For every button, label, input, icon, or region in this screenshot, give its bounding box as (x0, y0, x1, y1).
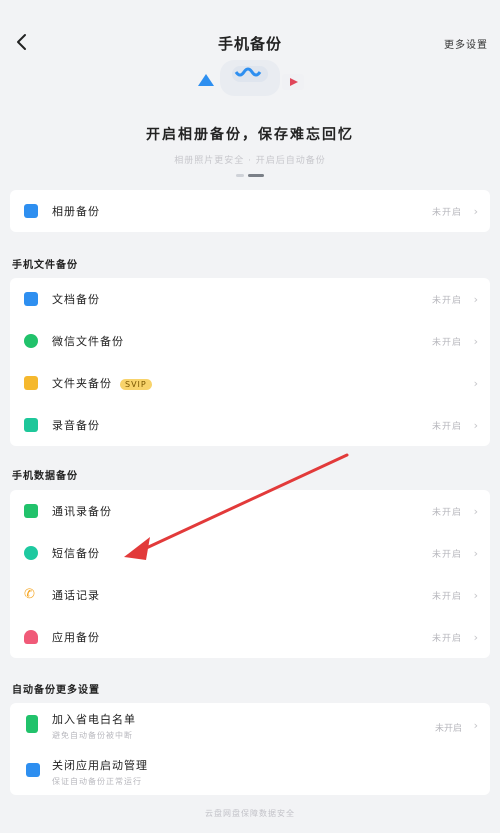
data-section-title: 手机数据备份 (12, 471, 78, 482)
chevron-right-icon: › (473, 588, 478, 602)
power-whitelist-desc: 避免自动备份被中断 (52, 731, 133, 740)
chevron-right-icon: › (473, 334, 478, 348)
chevron-right-icon: › (473, 546, 478, 560)
hero-banner: 开启相册备份，保存难忘回忆 相册照片更安全 · 开启后自动备份 (0, 48, 500, 178)
hero-title: 开启相册备份，保存难忘回忆 (146, 127, 354, 143)
document-backup-label: 文档备份 (52, 293, 100, 306)
sms-backup-label: 短信备份 (52, 547, 100, 560)
call-log-status: 未开启 (431, 591, 462, 602)
contacts-backup-status: 未开启 (431, 507, 462, 518)
app-backup-status: 未开启 (431, 633, 462, 644)
album-backup-status: 未开启 (431, 207, 462, 218)
recording-backup-label: 录音备份 (52, 419, 100, 432)
chevron-right-icon: › (473, 292, 478, 306)
folder-backup-label: 文件夹备份 SVIP (52, 375, 152, 391)
auto-backup-card: 加入省电白名单 避免自动备份被中断 未开启 › 关闭应用启动管理 保证自动备份正… (10, 703, 490, 795)
sms-backup-row[interactable]: 短信备份 未开启 › (10, 532, 490, 574)
contacts-backup-label: 通讯录备份 (52, 505, 112, 518)
launch-manager-row[interactable]: 关闭应用启动管理 保证自动备份正常运行 (10, 749, 490, 795)
album-backup-label: 相册备份 (52, 205, 100, 218)
power-whitelist-status: 未开启 (434, 724, 462, 734)
phone-icon: ✆ (24, 587, 35, 602)
sms-backup-status: 未开启 (431, 549, 462, 560)
contacts-icon (24, 504, 38, 518)
contacts-backup-row[interactable]: 通讯录备份 未开启 › (10, 490, 490, 532)
document-backup-row[interactable]: 文档备份 未开启 › (10, 278, 490, 320)
app-icon (24, 630, 38, 644)
app-launch-icon (26, 763, 40, 777)
call-log-row[interactable]: ✆ 通话记录 未开启 › (10, 574, 490, 616)
svip-badge: SVIP (120, 378, 152, 390)
document-icon (24, 292, 38, 306)
chevron-right-icon: › (473, 504, 478, 518)
recording-backup-status: 未开启 (431, 421, 462, 432)
chevron-right-icon: › (473, 418, 478, 432)
chevron-right-icon: › (473, 204, 478, 218)
album-backup-card: 相册备份 未开启 › (10, 190, 490, 232)
power-whitelist-label: 加入省电白名单 (52, 713, 136, 726)
folder-icon (24, 376, 38, 390)
launch-manager-label: 关闭应用启动管理 (52, 759, 148, 772)
files-section-title: 手机文件备份 (12, 260, 78, 271)
chevron-right-icon: › (473, 630, 478, 644)
recorder-icon (24, 418, 38, 432)
album-backup-row[interactable]: 相册备份 未开启 › (10, 190, 490, 232)
wechat-file-backup-label: 微信文件备份 (52, 335, 124, 348)
files-backup-card: 文档备份 未开启 › 微信文件备份 未开启 › 文件夹备份 SVIP › 录音备份… (10, 278, 490, 446)
hero-subtitle: 相册照片更安全 · 开启后自动备份 (174, 156, 326, 166)
folder-backup-text: 文件夹备份 (52, 377, 112, 390)
power-whitelist-row[interactable]: 加入省电白名单 避免自动备份被中断 未开启 › (10, 703, 490, 749)
carousel-dot (236, 174, 244, 177)
app-backup-label: 应用备份 (52, 631, 100, 644)
wechat-icon (24, 334, 38, 348)
message-bubble-icon (24, 546, 38, 560)
wechat-file-backup-status: 未开启 (431, 337, 462, 348)
auto-section-title: 自动备份更多设置 (12, 685, 100, 696)
document-backup-status: 未开启 (431, 295, 462, 306)
chevron-right-icon: › (473, 376, 478, 390)
recording-backup-row[interactable]: 录音备份 未开启 › (10, 404, 490, 446)
carousel-dot-active (248, 174, 264, 177)
footer-note: 云盘网盘保障数据安全 (205, 809, 295, 818)
launch-manager-desc: 保证自动备份正常运行 (52, 777, 142, 786)
app-backup-row[interactable]: 应用备份 未开启 › (10, 616, 490, 658)
wechat-file-backup-row[interactable]: 微信文件备份 未开启 › (10, 320, 490, 362)
photo-album-icon (24, 204, 38, 218)
folder-backup-row[interactable]: 文件夹备份 SVIP › (10, 362, 490, 404)
cloud-backup-illustration (198, 60, 304, 96)
call-log-label: 通话记录 (52, 589, 100, 602)
data-backup-card: 通讯录备份 未开启 › 短信备份 未开启 › ✆ 通话记录 未开启 › 应用备份… (10, 490, 490, 658)
battery-icon (26, 715, 38, 733)
carousel-indicator (0, 174, 500, 177)
chevron-right-icon: › (473, 719, 478, 732)
